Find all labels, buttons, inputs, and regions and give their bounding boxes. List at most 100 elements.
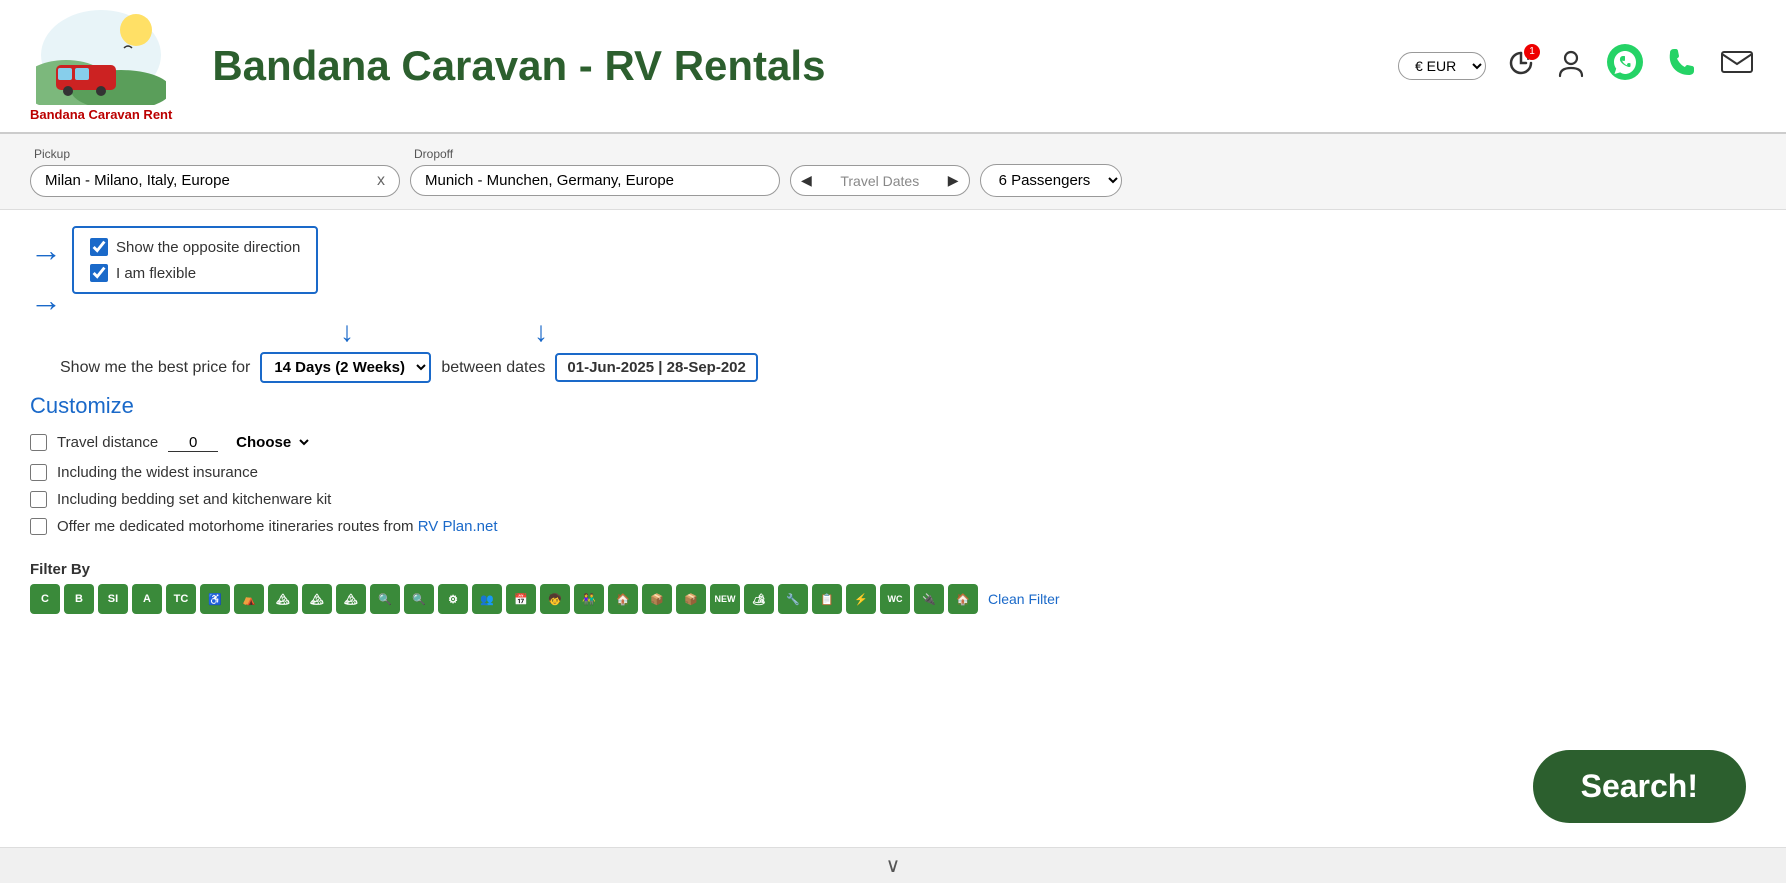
flexible-row-chk: I am flexible bbox=[90, 264, 300, 282]
bedding-label[interactable]: Including bedding set and kitchenware ki… bbox=[57, 491, 331, 508]
logo-area: Bandana Caravan Rent bbox=[30, 10, 172, 122]
contact-icons bbox=[1606, 43, 1756, 89]
best-price-prefix: Show me the best price for bbox=[60, 359, 250, 377]
pickup-label: Pickup bbox=[30, 147, 400, 161]
insurance-checkbox[interactable] bbox=[30, 464, 47, 481]
annotation-arrow-dates: ↓ bbox=[534, 318, 548, 346]
insurance-label[interactable]: Including the widest insurance bbox=[57, 464, 258, 481]
travel-distance-row: Travel distance Choose bbox=[30, 431, 1756, 454]
customize-title: Customize bbox=[30, 393, 1756, 419]
filter-icon-people[interactable]: 👥 bbox=[472, 584, 502, 614]
filter-icon-mt1[interactable]: 🏔 bbox=[268, 584, 298, 614]
insurance-row: Including the widest insurance bbox=[30, 464, 1756, 481]
filter-icon-lightning[interactable]: ⚡ bbox=[846, 584, 876, 614]
site-title: Bandana Caravan - RV Rentals bbox=[212, 42, 1398, 90]
pickup-clear-button[interactable]: x bbox=[377, 172, 385, 190]
search-button[interactable]: Search! bbox=[1533, 750, 1746, 823]
search-row: Pickup x Dropoff ◀ Travel Dates ▶ 6 Pa bbox=[30, 146, 1756, 197]
dropoff-input[interactable] bbox=[425, 172, 765, 189]
filter-icon-b[interactable]: B bbox=[64, 584, 94, 614]
travel-dates-prev-button[interactable]: ◀ bbox=[801, 172, 812, 189]
filter-icon-wheelchair[interactable]: ♿ bbox=[200, 584, 230, 614]
logo-text: Bandana Caravan Rent bbox=[30, 107, 172, 122]
pickup-input-wrap[interactable]: x bbox=[30, 165, 400, 197]
choose-select[interactable]: Choose bbox=[228, 431, 312, 454]
whatsapp-icon[interactable] bbox=[1606, 43, 1644, 89]
filter-icons-row: C B SI A TC ♿ ⛺ 🏔 🏔 🏔 🔍 🔍 ⚙ 👥 📅 🧒 👫 🏠 📦 … bbox=[30, 584, 1756, 614]
itineraries-row: Offer me dedicated motorhome itineraries… bbox=[30, 518, 1756, 535]
duration-select[interactable]: 14 Days (2 Weeks) bbox=[260, 352, 431, 383]
filter-icon-tc[interactable]: TC bbox=[166, 584, 196, 614]
history-badge: 1 bbox=[1524, 44, 1540, 60]
show-opposite-checkbox[interactable] bbox=[90, 238, 108, 256]
user-icon[interactable] bbox=[1556, 48, 1586, 85]
filter-label: Filter By bbox=[30, 561, 1756, 578]
filter-icon-a[interactable]: A bbox=[132, 584, 162, 614]
options-area: → → Show the opposite direction I am fle… bbox=[0, 210, 1786, 383]
annotation-arrow-duration: ↓ bbox=[340, 318, 354, 346]
passengers-select[interactable]: 6 Passengers bbox=[980, 164, 1122, 197]
filter-icon-si[interactable]: SI bbox=[98, 584, 128, 614]
mail-icon[interactable] bbox=[1718, 43, 1756, 89]
pickup-input[interactable] bbox=[45, 172, 371, 189]
filter-icon-search1[interactable]: 🔍 bbox=[370, 584, 400, 614]
filter-icon-search2[interactable]: 🔍 bbox=[404, 584, 434, 614]
flexible-checkbox[interactable] bbox=[90, 264, 108, 282]
filter-icon-mt2[interactable]: 🏔 bbox=[302, 584, 332, 614]
filter-icon-tent1[interactable]: ⛺ bbox=[234, 584, 264, 614]
best-price-row: Show me the best price for 14 Days (2 We… bbox=[30, 352, 1756, 383]
filter-icon-home[interactable]: 🏠 bbox=[608, 584, 638, 614]
flexible-label[interactable]: I am flexible bbox=[116, 265, 196, 282]
filter-icon-clipboard[interactable]: 📋 bbox=[812, 584, 842, 614]
itineraries-label[interactable]: Offer me dedicated motorhome itineraries… bbox=[57, 518, 498, 535]
clean-filter-link[interactable]: Clean Filter bbox=[988, 591, 1060, 607]
filter-icon-camp[interactable]: 🏕 bbox=[744, 584, 774, 614]
filter-icon-calendar[interactable]: 📅 bbox=[506, 584, 536, 614]
show-opposite-row: Show the opposite direction bbox=[90, 238, 300, 256]
travel-dates-field-group: ◀ Travel Dates ▶ bbox=[790, 147, 970, 196]
filter-icon-box1[interactable]: 📦 bbox=[642, 584, 672, 614]
dropoff-label: Dropoff bbox=[410, 147, 780, 161]
filter-section: Filter By C B SI A TC ♿ ⛺ 🏔 🏔 🏔 🔍 🔍 ⚙ 👥 … bbox=[0, 555, 1786, 624]
history-icon[interactable]: 1 bbox=[1506, 48, 1536, 85]
filter-icon-wrench[interactable]: 🔧 bbox=[778, 584, 808, 614]
filter-icon-c[interactable]: C bbox=[30, 584, 60, 614]
header: Bandana Caravan Rent Bandana Caravan - R… bbox=[0, 0, 1786, 134]
options-box: Show the opposite direction I am flexibl… bbox=[72, 226, 318, 294]
travel-dates-wrap[interactable]: ◀ Travel Dates ▶ bbox=[790, 165, 970, 196]
pickup-field-group: Pickup x bbox=[30, 147, 400, 197]
filter-icon-house[interactable]: 🏠 bbox=[948, 584, 978, 614]
bedding-row: Including bedding set and kitchenware ki… bbox=[30, 491, 1756, 508]
filter-icon-couple[interactable]: 👫 bbox=[574, 584, 604, 614]
filter-icon-child[interactable]: 🧒 bbox=[540, 584, 570, 614]
header-right: € EUR 1 bbox=[1398, 43, 1756, 89]
passengers-field-group: 6 Passengers bbox=[980, 146, 1122, 197]
travel-dates-label: Travel Dates bbox=[820, 173, 940, 189]
rv-plan-link[interactable]: RV Plan.net bbox=[418, 518, 498, 535]
phone-icon[interactable] bbox=[1662, 43, 1700, 89]
search-button-wrap: Search! bbox=[1533, 750, 1746, 823]
travel-distance-input[interactable] bbox=[168, 434, 218, 452]
dropoff-input-wrap[interactable] bbox=[410, 165, 780, 196]
best-price-between: between dates bbox=[441, 359, 545, 377]
filter-icon-plug[interactable]: 🔌 bbox=[914, 584, 944, 614]
travel-distance-label[interactable]: Travel distance bbox=[57, 434, 158, 451]
filter-icon-gear[interactable]: ⚙ bbox=[438, 584, 468, 614]
filter-icon-wc[interactable]: WC bbox=[880, 584, 910, 614]
travel-distance-checkbox[interactable] bbox=[30, 434, 47, 451]
itineraries-checkbox[interactable] bbox=[30, 518, 47, 535]
bottom-bar: ∨ bbox=[0, 847, 1786, 883]
search-bar: Pickup x Dropoff ◀ Travel Dates ▶ 6 Pa bbox=[0, 134, 1786, 210]
dropoff-field-group: Dropoff bbox=[410, 147, 780, 196]
show-opposite-label[interactable]: Show the opposite direction bbox=[116, 239, 300, 256]
dates-range-box[interactable]: 01-Jun-2025 | 28-Sep-202 bbox=[555, 353, 757, 382]
annotation-arrows: → → bbox=[30, 234, 62, 316]
filter-icon-box2[interactable]: 📦 bbox=[676, 584, 706, 614]
filter-icon-mt3[interactable]: 🏔 bbox=[336, 584, 366, 614]
currency-select[interactable]: € EUR bbox=[1398, 52, 1486, 80]
logo-image bbox=[36, 10, 166, 105]
travel-dates-next-button[interactable]: ▶ bbox=[948, 172, 959, 189]
filter-icon-new[interactable]: NEW bbox=[710, 584, 740, 614]
customize-section: Customize Travel distance Choose Includi… bbox=[0, 383, 1786, 555]
bedding-checkbox[interactable] bbox=[30, 491, 47, 508]
